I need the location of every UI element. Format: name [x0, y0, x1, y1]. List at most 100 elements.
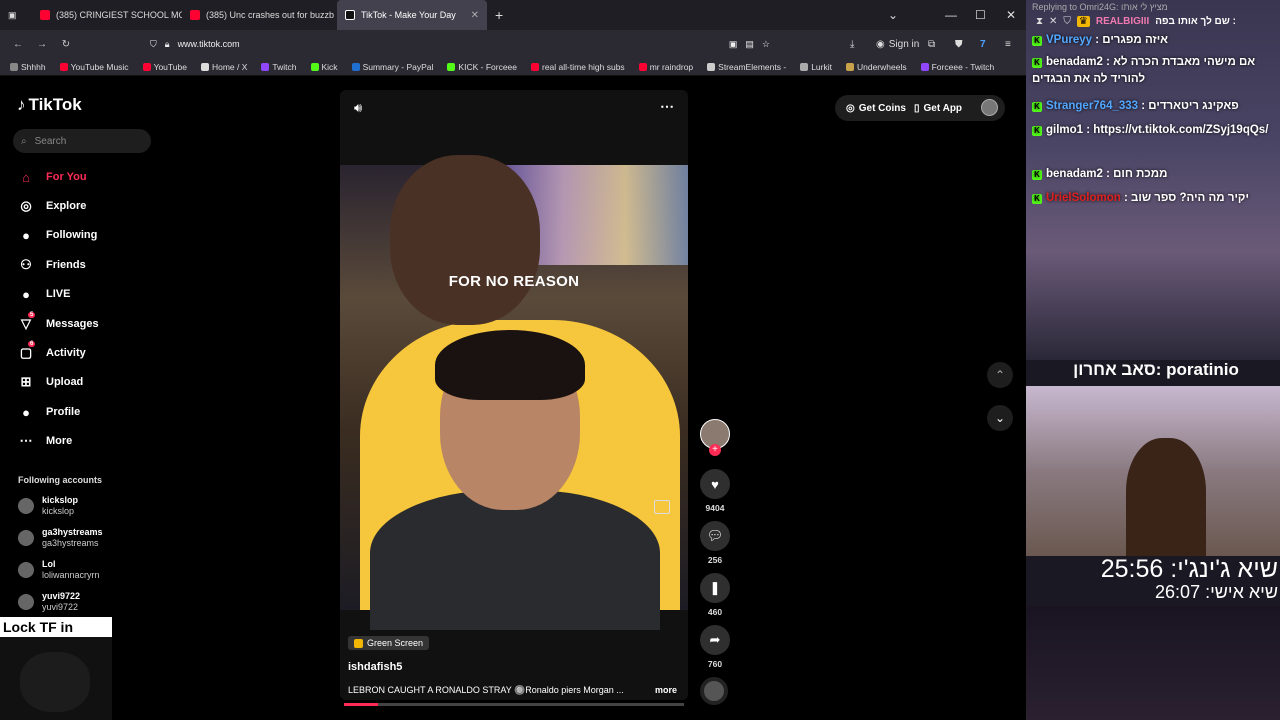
account-username: yuvi9722: [42, 602, 79, 612]
chat-separator: :: [1138, 100, 1149, 112]
maximize-button[interactable]: ☐: [975, 8, 986, 22]
effect-tag[interactable]: Green Screen: [348, 636, 430, 650]
tab-title: (385) Unc crashes out for buzzb: [206, 10, 335, 20]
user-avatar[interactable]: [981, 99, 998, 116]
chat-username: gilmo1: [1046, 124, 1084, 136]
adblock-extension-icon[interactable]: ⛊: [955, 39, 963, 50]
like-count: 9404: [705, 503, 725, 513]
volume-icon[interactable]: 🔊︎: [354, 100, 362, 116]
music-disc-icon[interactable]: [700, 677, 728, 705]
bookmark-item[interactable]: Lurkit: [800, 62, 832, 72]
following-account-item[interactable]: Lol loliwannacryrn: [18, 559, 100, 581]
sidebar-item-profile[interactable]: ● Profile: [18, 404, 80, 420]
chat-text: איזה מפגרים: [1102, 34, 1169, 46]
heart-icon[interactable]: ♥: [700, 469, 730, 499]
sidebar-item-upload[interactable]: ⊞ Upload: [18, 374, 84, 390]
bookmark-item[interactable]: mr raindrop: [638, 62, 693, 72]
avatar: [18, 498, 34, 514]
shield-badge-icon: ⛉: [1063, 16, 1071, 27]
tab-2[interactable]: (385) Unc crashes out for buzzb ✕: [182, 0, 337, 30]
picture-in-picture-icon[interactable]: ▣: [729, 39, 738, 50]
picture-in-picture-icon[interactable]: [654, 500, 670, 514]
following-account-item[interactable]: yuvi9722 yuvi9722: [18, 591, 80, 613]
bookmark-item[interactable]: YouTube Music: [59, 62, 129, 72]
next-video-chevron-down-icon[interactable]: ⌄: [987, 405, 1013, 431]
share-action[interactable]: ➦ 760: [700, 625, 730, 669]
bookmark-item[interactable]: Kick: [310, 62, 338, 72]
caption-more-button[interactable]: more: [655, 685, 677, 695]
following-avatar-icon: ●: [22, 227, 30, 243]
menu-icon[interactable]: ≡: [1005, 39, 1011, 50]
get-app-label: Get App: [923, 102, 963, 114]
minimize-button[interactable]: —: [945, 8, 957, 22]
follow-plus-icon[interactable]: +: [709, 444, 721, 456]
video-author[interactable]: ishdafish5: [348, 661, 402, 673]
avatar: [18, 530, 34, 546]
bookmark-favicon-icon: [638, 62, 647, 71]
tab-1[interactable]: (385) CRINGIEST SCHOOL MOM ✕: [32, 0, 182, 30]
sidebar-item-explore[interactable]: ◎ Explore: [18, 198, 86, 214]
sidebar-item-activity[interactable]: ▢ 6 Activity: [18, 341, 86, 361]
bookmark-item[interactable]: Twitch: [261, 62, 297, 72]
sign-in-button[interactable]: ◉ Sign in: [876, 39, 919, 50]
get-coins-button[interactable]: ◎ Get Coins: [846, 96, 906, 120]
following-account-item[interactable]: kickslop kickslop: [18, 495, 78, 517]
tab-3-active[interactable]: TikTok - Make Your Day ✕: [337, 0, 487, 30]
seven-tv-extension-icon[interactable]: 7: [980, 39, 986, 50]
tiktok-logo[interactable]: ♪ TikTok: [17, 95, 82, 115]
bookmark-item[interactable]: KICK - Forceee: [447, 62, 517, 72]
back-arrow-icon[interactable]: ←: [6, 39, 30, 50]
following-account-item[interactable]: ga3hystreams ga3hystreams: [18, 527, 103, 549]
kick-badge-icon: K: [1032, 194, 1042, 204]
sidebar-item-messages[interactable]: ▽ 5 Messages: [18, 312, 99, 332]
reload-icon[interactable]: ↻: [54, 39, 78, 50]
bookmark-item[interactable]: Forceee - Twitch: [920, 62, 994, 72]
shield-icon[interactable]: ⛉: [150, 39, 157, 50]
bookmark-favicon-icon: [845, 62, 854, 71]
bookmark-item[interactable]: Summary - PayPal: [351, 61, 434, 72]
more-options-icon[interactable]: ⋯: [660, 98, 674, 115]
bookmark-item[interactable]: YouTube: [142, 62, 187, 72]
get-app-button[interactable]: ▯ Get App: [914, 96, 962, 120]
search-input[interactable]: ⌕ Search: [13, 129, 151, 153]
sidebar-item-more[interactable]: ⋯ More: [18, 433, 73, 449]
sidebar-item-for-you[interactable]: ⌂ For You: [18, 169, 86, 185]
save-action[interactable]: ❚ 460: [700, 573, 730, 617]
sidebar-item-friends[interactable]: ⚇ Friends: [18, 257, 86, 273]
comment-action[interactable]: 💬︎ 256: [700, 521, 730, 565]
extensions-icon[interactable]: ⧉: [928, 39, 935, 50]
more-icon: ⋯: [19, 433, 33, 448]
video-progress-bar[interactable]: [344, 703, 684, 706]
bookmark-icon[interactable]: ❚: [700, 573, 730, 603]
lock-icon[interactable]: 🔒︎: [165, 39, 170, 50]
downloads-icon[interactable]: ⤓: [850, 39, 854, 50]
close-window-button[interactable]: ✕: [1006, 8, 1016, 22]
top-chat-user: REALBIGIII: [1095, 16, 1150, 27]
sidebar-item-label: Messages: [46, 318, 99, 330]
bookmark-item[interactable]: real all-time high subs: [531, 62, 625, 72]
bookmark-label: Summary - PayPal: [362, 61, 434, 72]
account-name: Lol: [42, 559, 56, 569]
sidebar-item-live[interactable]: ● LIVE: [18, 286, 70, 302]
tab-list-chevron-icon[interactable]: ⌄: [888, 8, 898, 22]
bookmark-item[interactable]: Underwheels: [845, 62, 907, 72]
forward-arrow-icon[interactable]: →: [30, 39, 54, 50]
comment-icon[interactable]: 💬︎: [700, 521, 730, 551]
activity-icon: ▢ 6: [19, 341, 36, 360]
bookmark-item[interactable]: Shhhh: [10, 62, 46, 72]
new-tab-button[interactable]: +: [487, 0, 511, 30]
account-icon: ◉: [876, 38, 885, 50]
reader-view-icon[interactable]: ▤: [745, 39, 754, 50]
bookmark-star-icon[interactable]: ☆: [762, 39, 770, 50]
sidebar-item-following[interactable]: ● Following: [18, 227, 97, 243]
address-bar[interactable]: ⛉ 🔒︎ www.tiktok.com ▣ ▤ ☆: [150, 33, 770, 55]
bookmark-item[interactable]: Home / X: [200, 62, 247, 72]
bookmark-item[interactable]: StreamElements -: [707, 62, 786, 72]
tab-overview-button[interactable]: ▣: [0, 0, 32, 30]
close-tab-icon[interactable]: ✕: [471, 10, 479, 21]
video-player[interactable]: FOR NO REASON 🔊︎ ⋯: [340, 90, 688, 700]
previous-video-chevron-up-icon[interactable]: ⌃: [987, 362, 1013, 388]
share-arrow-icon[interactable]: ➦: [700, 625, 730, 655]
url-text[interactable]: www.tiktok.com: [178, 39, 240, 49]
like-action[interactable]: ♥ 9404: [700, 469, 730, 513]
